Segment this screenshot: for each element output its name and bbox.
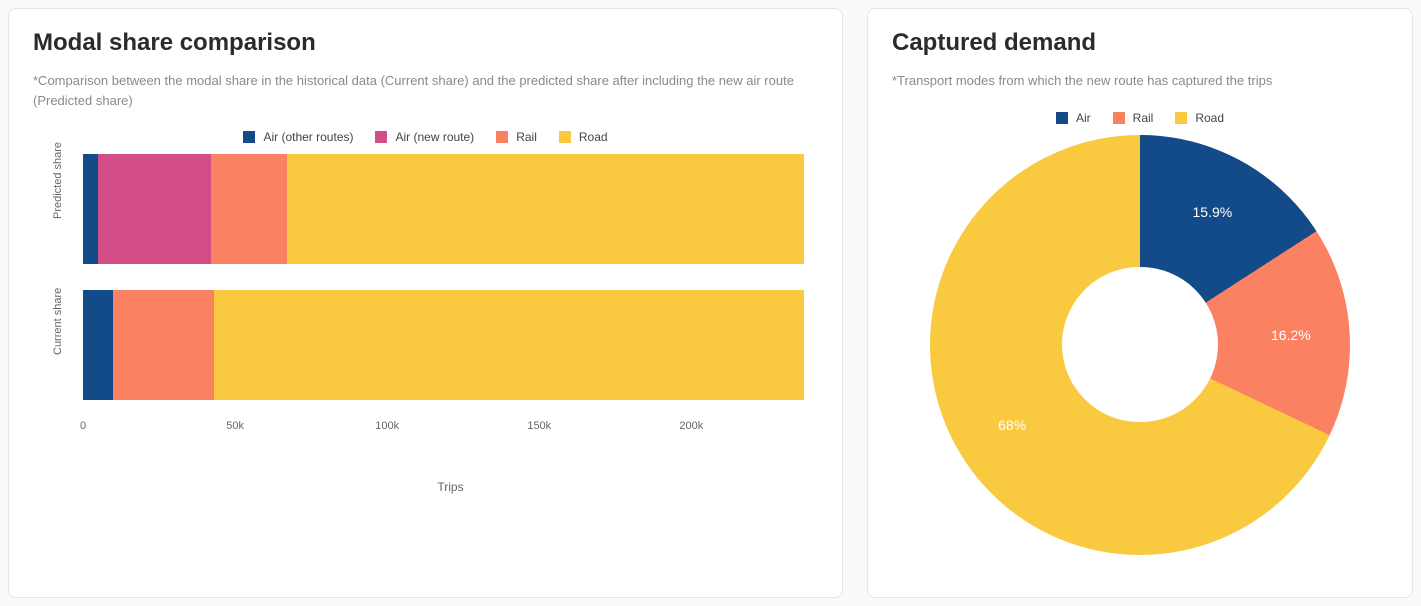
legend-label: Air (other routes)	[263, 130, 353, 144]
bar-segment[interactable]	[113, 290, 213, 400]
x-tick-label: 50k	[226, 420, 244, 432]
captured-demand-legend-item[interactable]: Air	[1056, 111, 1091, 125]
legend-label: Air	[1076, 111, 1091, 125]
x-tick-label: 200k	[679, 420, 703, 432]
bar-segment[interactable]	[83, 290, 113, 400]
pie-label-road: 68%	[998, 417, 1026, 433]
legend-swatch-icon	[375, 131, 387, 143]
legend-label: Rail	[516, 130, 537, 144]
pie-label-rail: 16.2%	[1271, 327, 1311, 343]
legend-swatch-icon	[243, 131, 255, 143]
captured-demand-legend-item[interactable]: Road	[1175, 111, 1224, 125]
legend-swatch-icon	[1113, 112, 1125, 124]
legend-swatch-icon	[496, 131, 508, 143]
modal-share-legend-item[interactable]: Air (other routes)	[243, 130, 353, 144]
modal-share-legend: Air (other routes) Air (new route) Rail Roa…	[33, 130, 818, 144]
modal-share-chart: Predicted share Current share 0 50k 100k 150…	[33, 154, 818, 494]
x-tick-label: 150k	[527, 420, 551, 432]
modal-share-legend-item[interactable]: Rail	[496, 130, 537, 144]
modal-share-card: Modal share comparison *Comparison betwe…	[8, 8, 843, 598]
x-tick-label: 100k	[375, 420, 399, 432]
modal-share-title: Modal share comparison	[33, 29, 818, 57]
modal-share-subtitle: *Comparison between the modal share in t…	[33, 71, 818, 110]
legend-swatch-icon	[1056, 112, 1068, 124]
modal-share-legend-item[interactable]: Air (new route)	[375, 130, 474, 144]
legend-label: Road	[1195, 111, 1224, 125]
y-axis-category-label: Predicted share	[52, 199, 64, 219]
bar-segment[interactable]	[211, 154, 287, 264]
bar-segment[interactable]	[83, 154, 98, 264]
bar-segment[interactable]	[98, 154, 211, 264]
bar-segment[interactable]	[287, 154, 804, 264]
x-tick-label: 0	[80, 420, 86, 432]
bar-row	[83, 290, 818, 400]
captured-demand-title: Captured demand	[892, 29, 1388, 57]
legend-label: Road	[579, 130, 608, 144]
pie-label-air: 15.9%	[1192, 204, 1232, 220]
legend-label: Rail	[1133, 111, 1154, 125]
legend-label: Air (new route)	[395, 130, 474, 144]
captured-demand-legend-item[interactable]: Rail	[1113, 111, 1154, 125]
x-axis-label: Trips	[83, 480, 818, 494]
captured-demand-legend: Air Rail Road	[892, 111, 1388, 125]
y-axis-category-label: Current share	[52, 335, 64, 355]
bar-segment[interactable]	[214, 290, 804, 400]
legend-swatch-icon	[559, 131, 571, 143]
captured-demand-chart: 15.9% 16.2% 68%	[930, 135, 1350, 555]
modal-share-legend-item[interactable]: Road	[559, 130, 608, 144]
captured-demand-subtitle: *Transport modes from which the new rout…	[892, 71, 1388, 91]
bar-row	[83, 154, 818, 264]
legend-swatch-icon	[1175, 112, 1187, 124]
captured-demand-card: Captured demand *Transport modes from wh…	[867, 8, 1413, 598]
